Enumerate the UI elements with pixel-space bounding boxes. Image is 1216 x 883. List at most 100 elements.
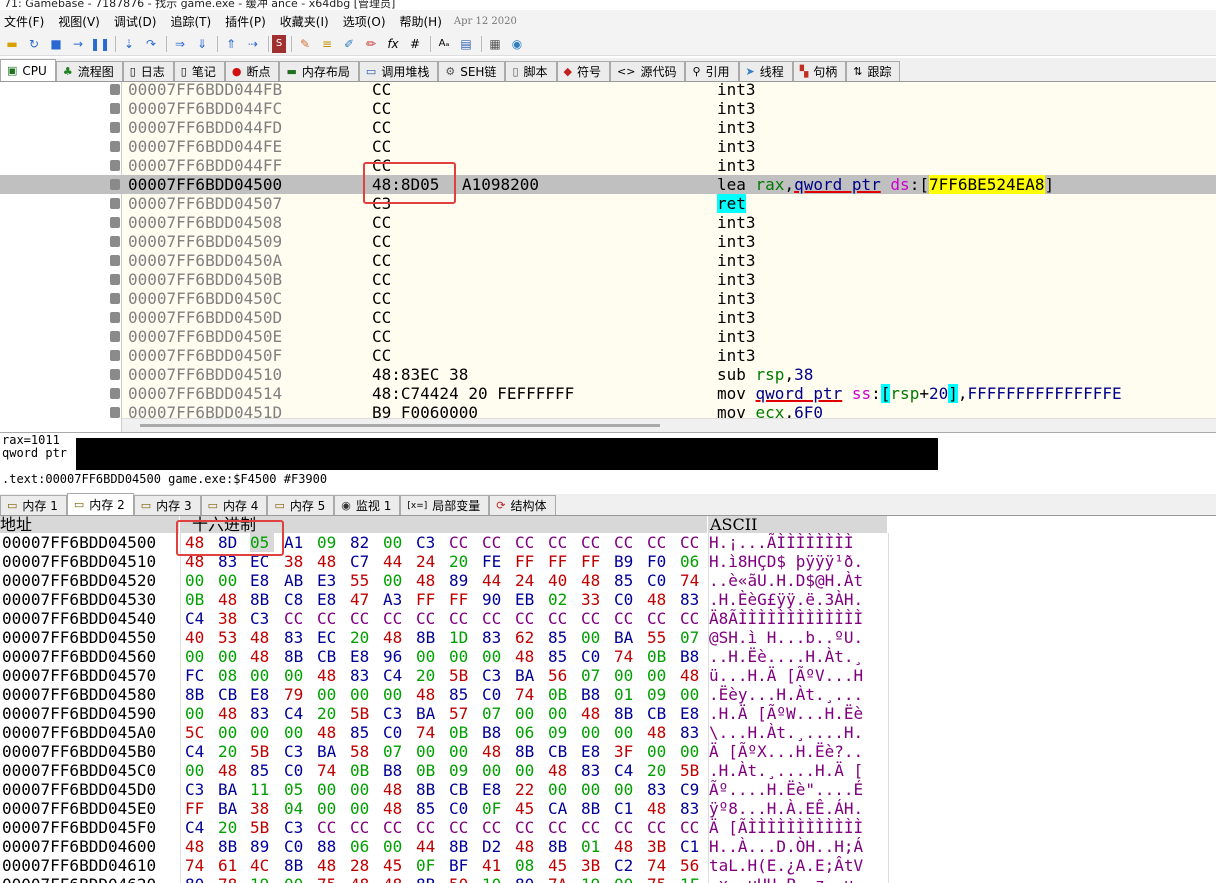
dump-byte[interactable]: 19 — [250, 875, 274, 883]
dump-byte[interactable]: 74 — [647, 856, 671, 875]
dump-byte[interactable]: 48 — [185, 837, 209, 856]
dump-byte[interactable]: 8B — [581, 799, 605, 818]
dump-byte[interactable]: 74 — [185, 856, 209, 875]
tab-dump-3[interactable]: ▭ 内存 3 — [133, 495, 201, 515]
dump-byte[interactable]: 00 — [416, 742, 440, 761]
dump-byte[interactable]: C3 — [284, 742, 308, 761]
dump-byte[interactable]: 00 — [647, 742, 671, 761]
tab-trace[interactable]: ⇅ 跟踪 — [846, 61, 901, 81]
menu-plugins[interactable]: 插件(P) — [225, 13, 266, 30]
pause-icon[interactable]: ❚❚ — [90, 35, 110, 53]
disasm-row[interactable]: 00007FF6BDD0450B CC int3 — [0, 270, 1216, 289]
dump-byte[interactable]: CC — [416, 609, 440, 628]
dump-byte[interactable]: FE — [482, 552, 506, 571]
dump-byte[interactable]: 48 — [383, 875, 407, 883]
dump-byte[interactable]: 48 — [250, 647, 274, 666]
dump-byte[interactable]: 11 — [250, 780, 274, 799]
dump-byte[interactable]: E3 — [317, 571, 341, 590]
dump-byte[interactable]: 00 — [383, 571, 407, 590]
dump-byte[interactable]: CB — [317, 647, 341, 666]
dump-byte[interactable]: C4 — [185, 742, 209, 761]
tab-log[interactable]: ▯ 日志 — [122, 61, 174, 81]
dump-byte[interactable]: 3B — [581, 856, 605, 875]
dump-byte[interactable]: 75 — [647, 875, 671, 883]
disasm-row[interactable]: 00007FF6BDD04514 48:C74424 20 FEFFFFFF mov… — [0, 384, 1216, 403]
dump-byte[interactable]: CC — [515, 609, 539, 628]
dump-byte[interactable]: C0 — [284, 837, 308, 856]
dump-byte[interactable]: 48 — [383, 799, 407, 818]
animate-icon[interactable]: ⇢ — [243, 35, 263, 53]
dump-byte[interactable]: 48 — [515, 647, 539, 666]
dump-byte[interactable]: E8 — [581, 742, 605, 761]
dump-byte[interactable]: 00 — [317, 685, 341, 704]
dump-byte[interactable]: E8 — [250, 685, 274, 704]
dump-byte[interactable]: CC — [548, 533, 572, 552]
dump-byte[interactable]: 56 — [680, 856, 704, 875]
dump-byte[interactable]: 48 — [416, 571, 440, 590]
menu-help[interactable]: 帮助(H) — [400, 13, 442, 30]
disasm-row[interactable]: 00007FF6BDD04507 C3 ret — [0, 194, 1216, 213]
dump-byte[interactable]: 00 — [383, 533, 407, 552]
dump-byte[interactable]: BA — [218, 780, 242, 799]
dump-byte[interactable]: CC — [449, 533, 473, 552]
dump-byte[interactable]: CC — [449, 609, 473, 628]
tab-seh[interactable]: ⚙ SEH链 — [438, 61, 506, 81]
dump-byte[interactable]: 02 — [548, 590, 572, 609]
dump-byte[interactable]: 78 — [218, 875, 242, 883]
disasm-row[interactable]: 00007FF6BDD0450D CC int3 — [0, 308, 1216, 327]
dump-byte[interactable]: CB — [449, 780, 473, 799]
dump-byte[interactable]: 00 — [218, 571, 242, 590]
breakpoint-marker[interactable] — [110, 331, 120, 342]
dump-byte[interactable]: C1 — [680, 837, 704, 856]
dump-byte[interactable]: 28 — [350, 856, 374, 875]
breakpoint-marker[interactable] — [110, 369, 120, 380]
dump-byte[interactable]: 01 — [614, 685, 638, 704]
dump-byte[interactable]: CC — [515, 533, 539, 552]
settings-icon[interactable]: ▤ — [456, 35, 476, 53]
dump-byte[interactable]: 85 — [250, 761, 274, 780]
dump-header-address[interactable]: 地址 — [0, 516, 180, 533]
dump-byte[interactable]: 90 — [482, 590, 506, 609]
tab-symbols[interactable]: ◆ 符号 — [556, 61, 610, 81]
dump-byte[interactable]: 10 — [482, 875, 506, 883]
dump-byte[interactable]: 0B — [548, 685, 572, 704]
dump-byte[interactable]: BA — [416, 704, 440, 723]
dump-byte[interactable]: 55 — [350, 571, 374, 590]
tab-handles[interactable]: ▚ 句柄 — [792, 61, 847, 81]
dump-byte[interactable]: 00 — [680, 685, 704, 704]
dump-byte[interactable]: BA — [218, 799, 242, 818]
dump-byte[interactable]: 00 — [647, 666, 671, 685]
dump-byte[interactable]: 55 — [647, 628, 671, 647]
dump-byte[interactable]: 83 — [284, 628, 308, 647]
dump-byte[interactable]: 06 — [680, 552, 704, 571]
dump-byte[interactable]: C9 — [680, 780, 704, 799]
dump-byte[interactable]: 00 — [614, 875, 638, 883]
dump-byte[interactable]: 47 — [350, 590, 374, 609]
dump-byte[interactable]: 62 — [515, 628, 539, 647]
dump-byte[interactable]: F0 — [647, 552, 671, 571]
dump-byte[interactable]: 20 — [317, 704, 341, 723]
dump-byte[interactable]: 40 — [185, 628, 209, 647]
tab-cpu[interactable]: ▣ CPU — [0, 59, 56, 81]
dump-byte[interactable]: 38 — [250, 799, 274, 818]
dump-byte[interactable]: 48 — [647, 590, 671, 609]
dump-byte[interactable]: 88 — [317, 837, 341, 856]
dump-byte[interactable]: 83 — [647, 780, 671, 799]
dump-byte[interactable]: E8 — [482, 780, 506, 799]
dump-byte[interactable]: 5B — [250, 742, 274, 761]
dump-byte[interactable]: CC — [548, 818, 572, 837]
font-icon[interactable]: Aₐ — [434, 35, 454, 53]
disasm-row[interactable]: 00007FF6BDD0450F CC int3 — [0, 346, 1216, 365]
dump-byte[interactable]: CC — [680, 609, 704, 628]
dump-byte[interactable]: 0B — [350, 761, 374, 780]
run-icon[interactable]: → — [68, 35, 88, 53]
dump-byte[interactable]: E8 — [317, 590, 341, 609]
dump-byte[interactable]: 8B — [416, 875, 440, 883]
dump-byte[interactable]: 8B — [449, 837, 473, 856]
dump-byte[interactable]: 74 — [416, 723, 440, 742]
tab-watch-1[interactable]: ◉ 监视 1 — [334, 495, 401, 515]
dump-byte[interactable]: 00 — [218, 647, 242, 666]
dump-byte[interactable]: 09 — [317, 533, 341, 552]
dump-byte[interactable]: 53 — [218, 628, 242, 647]
dump-byte[interactable]: 48 — [482, 742, 506, 761]
